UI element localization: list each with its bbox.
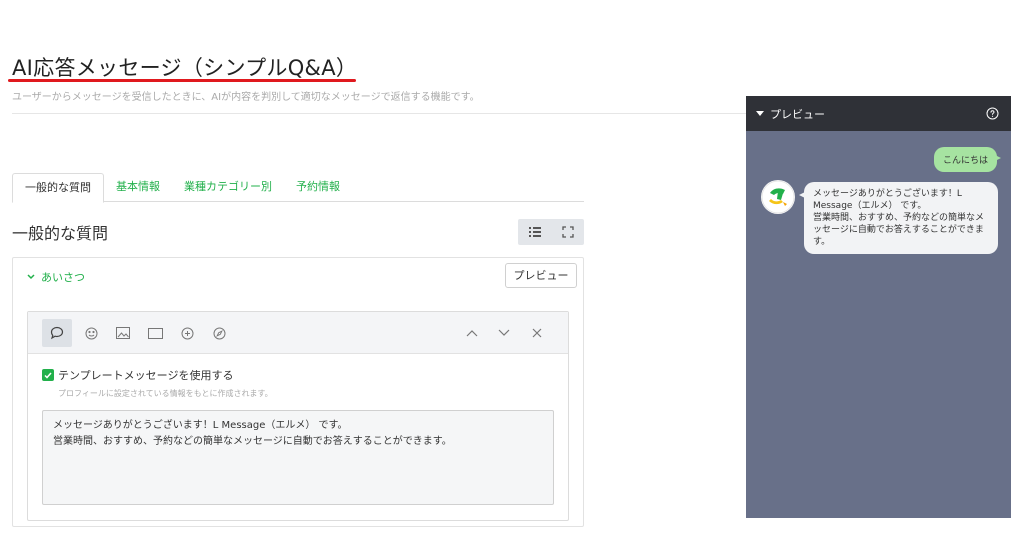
text-message-tool[interactable]	[42, 319, 72, 347]
page-subtitle: ユーザーからメッセージを受信したときに、AIが内容を判別して適切なメッセージで返…	[12, 92, 480, 103]
preview-panel: プレビュー こんにちは メッセージありがとうございます！L Message（エル…	[746, 96, 1011, 518]
preview-button[interactable]: プレビュー	[505, 263, 577, 288]
header-divider	[12, 113, 752, 114]
caret-down-icon	[756, 111, 764, 116]
move-down-button[interactable]	[489, 319, 519, 347]
bot-avatar	[761, 180, 795, 214]
sticker-tool[interactable]	[76, 319, 106, 347]
message-textarea[interactable]: メッセージありがとうございます！L Message（エルメ） です。 営業時間、…	[42, 410, 554, 505]
template-checkbox[interactable]	[42, 369, 54, 381]
image-icon	[116, 327, 130, 339]
tab-general-questions[interactable]: 一般的な質問	[12, 173, 104, 203]
fullscreen-button[interactable]	[557, 222, 579, 242]
emoji-tool[interactable]	[172, 319, 202, 347]
compass-icon	[213, 327, 225, 339]
section-title: 一般的な質問	[12, 224, 109, 243]
chevron-down-icon	[27, 274, 35, 280]
image-tool[interactable]	[108, 319, 138, 347]
tab-basic-info[interactable]: 基本情報	[104, 173, 172, 202]
close-icon	[532, 328, 542, 338]
title-underline	[8, 79, 356, 82]
view-toggle	[518, 219, 584, 245]
user-message-bubble: こんにちは	[933, 147, 1002, 172]
greeting-card: あいさつ プレビュー テンプレートメッセージを使用する プロフィールに設定されて…	[12, 257, 584, 527]
tab-industry-category[interactable]: 業種カテゴリー別	[172, 173, 284, 202]
chevron-down-icon	[498, 329, 510, 336]
message-editor: テンプレートメッセージを使用する プロフィールに設定されている情報をもとに作成さ…	[27, 311, 569, 521]
preview-header[interactable]: プレビュー	[746, 96, 1011, 131]
editor-toolbar	[28, 312, 568, 354]
chat-plus-icon	[181, 327, 193, 339]
tab-reservation-info[interactable]: 予約情報	[284, 173, 352, 202]
template-help-text: プロフィールに設定されている情報をもとに作成されます。	[58, 389, 273, 398]
preview-title: プレビュー	[770, 107, 825, 121]
accordion-label: あいさつ	[41, 271, 85, 284]
category-tabs: 一般的な質問 基本情報 業種カテゴリー別 予約情報	[12, 173, 584, 203]
speech-bubble-icon	[50, 326, 64, 340]
bot-logo-icon	[761, 180, 795, 214]
list-icon	[528, 227, 541, 237]
card-tool[interactable]	[140, 319, 170, 347]
template-checkbox-row: テンプレートメッセージを使用する	[42, 367, 233, 383]
chevron-up-icon	[466, 330, 478, 337]
check-icon	[44, 372, 52, 379]
list-view-button[interactable]	[524, 222, 546, 242]
smiley-icon	[85, 327, 97, 339]
expand-icon	[561, 226, 574, 238]
card-icon	[147, 327, 163, 339]
action-tool[interactable]	[204, 319, 234, 347]
move-up-button[interactable]	[457, 319, 487, 347]
delete-button[interactable]	[522, 319, 552, 347]
help-icon[interactable]	[986, 107, 999, 120]
template-checkbox-label: テンプレートメッセージを使用する	[58, 369, 234, 382]
page-title: AI応答メッセージ（シンプルQ&A）	[12, 56, 358, 80]
bot-message-bubble: メッセージありがとうございます！L Message（エルメ） です。 営業時間、…	[799, 182, 998, 254]
greeting-accordion-header[interactable]: あいさつ	[27, 269, 85, 285]
